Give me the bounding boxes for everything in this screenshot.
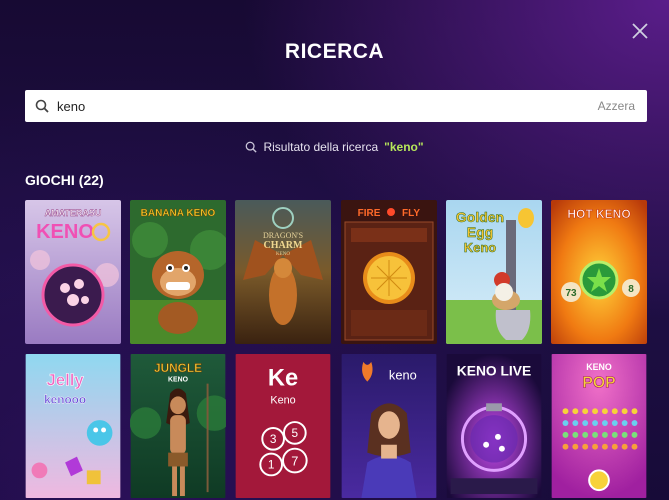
game-title-line2: Egg: [467, 224, 493, 240]
section-label: GIOCHI: [25, 172, 75, 188]
game-card-golden-egg-keno[interactable]: Golden Egg Keno: [445, 200, 542, 344]
game-card-keno-pop[interactable]: KENO POP: [551, 354, 647, 498]
game-thumbnail: DRAGON'S CHARM KENO: [235, 200, 332, 344]
ball-number: 7: [292, 453, 299, 468]
result-prefix: Risultato della ricerca: [263, 140, 379, 154]
game-card-keno-live-dealer[interactable]: keno: [341, 354, 437, 498]
search-icon: [35, 99, 49, 113]
clear-button[interactable]: Azzera: [598, 99, 635, 113]
game-title-line3: Keno: [464, 240, 497, 255]
game-thumbnail: Jelly kenooo: [25, 354, 121, 498]
game-title-line1: KENO LIVE: [457, 364, 531, 379]
section-title: GIOCHI (22): [25, 172, 104, 188]
page-title: RICERCA: [284, 40, 385, 63]
game-title-line2: CHARM: [264, 240, 303, 251]
game-thumbnail: AMATERASU KENO: [25, 200, 121, 344]
game-thumbnail: BANANA KENO: [130, 200, 227, 344]
game-card-fire-fly[interactable]: FIRE FLY: [340, 200, 437, 344]
game-title-line3: KENO: [276, 252, 290, 257]
game-title-line1: KENO: [586, 362, 612, 372]
close-button[interactable]: [631, 22, 649, 40]
game-thumbnail: Ke Keno 3 5 1 7: [236, 354, 331, 498]
game-thumbnail: Golden Egg Keno: [445, 200, 542, 344]
ball-number: 73: [565, 288, 577, 299]
ball-number: 5: [292, 426, 299, 440]
game-title-line1: HOT KENO: [567, 207, 630, 221]
game-thumbnail: JUNGLE KENO: [130, 354, 227, 498]
game-title-line2: POP: [582, 375, 615, 392]
game-card-keno-live[interactable]: KENO LIVE: [446, 354, 542, 498]
section-count: (22): [78, 172, 104, 188]
game-card-jungle-keno[interactable]: JUNGLE KENO: [130, 354, 227, 498]
game-thumbnail: 73 8 HOT KENO: [550, 200, 647, 344]
game-card-jelly-kenooo[interactable]: Jelly kenooo: [25, 354, 121, 498]
game-title-line1: BANANA KENO: [141, 208, 216, 219]
game-card-banana-keno[interactable]: BANANA KENO: [130, 200, 227, 344]
game-title-line1: DRAGON'S: [263, 231, 303, 240]
ball-number: 8: [628, 284, 634, 295]
ball-number: 1: [268, 457, 275, 471]
search-result-summary: Risultato della ricerca "keno": [0, 140, 669, 154]
game-title-line2: FLY: [402, 208, 420, 219]
game-title-line2: KENO: [168, 377, 189, 384]
game-title-line1: Jelly: [46, 371, 84, 390]
game-title-line2: kenooo: [44, 392, 86, 406]
game-card-dragons-charm-keno[interactable]: DRAGON'S CHARM KENO: [235, 200, 332, 344]
game-title-line1: Golden: [456, 209, 504, 225]
game-title-line1: Ke: [268, 366, 298, 392]
game-card-keno[interactable]: Ke Keno 3 5 1 7: [235, 354, 331, 498]
game-card-hot-keno[interactable]: 73 8 HOT KENO: [550, 200, 647, 344]
games-grid: AMATERASU KENO BANANA KENO DRAGON'S CHAR…: [25, 200, 647, 498]
game-thumbnail: keno: [341, 354, 436, 498]
close-icon: [632, 23, 648, 39]
game-thumbnail: FIRE FLY: [340, 200, 437, 344]
result-query: "keno": [384, 140, 424, 154]
game-title-line2: Keno: [271, 394, 296, 406]
game-title-line2: KENO: [36, 221, 94, 243]
game-title-line1: FIRE: [357, 208, 380, 219]
search-input[interactable]: [57, 98, 598, 114]
game-card-amaterasu-keno[interactable]: AMATERASU KENO: [25, 200, 121, 344]
game-title-line1: AMATERASU: [45, 208, 102, 218]
search-icon: [246, 141, 258, 153]
game-thumbnail: KENO POP: [551, 354, 647, 498]
search-bar[interactable]: Azzera: [25, 90, 647, 122]
ball-number: 3: [270, 432, 277, 446]
game-thumbnail: KENO LIVE: [446, 354, 542, 498]
game-title-line1: JUNGLE: [154, 361, 202, 375]
game-title-line1: keno: [388, 368, 416, 383]
